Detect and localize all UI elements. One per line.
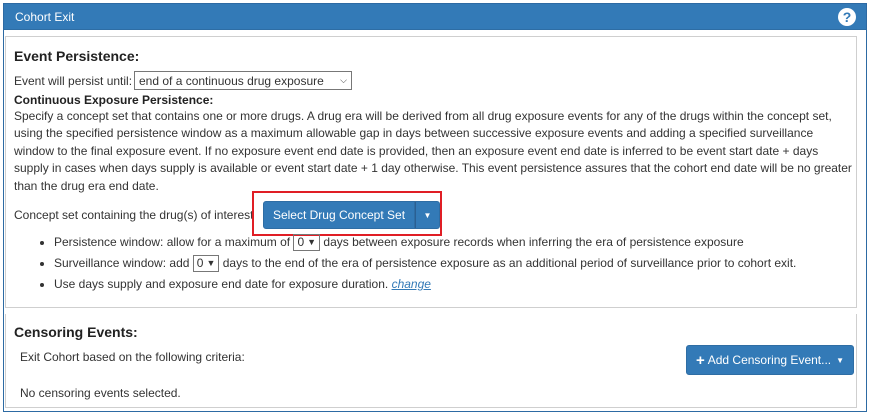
persist-until-select[interactable]: end of a continuous drug exposure ⌵	[134, 71, 352, 90]
chevron-down-icon: ⌵	[340, 75, 347, 85]
persistence-window-select[interactable]: 0 ▼	[293, 234, 321, 252]
no-censoring-events-text: No censoring events selected.	[20, 386, 181, 400]
persist-until-label: Event will persist until:	[14, 74, 133, 88]
panel-title: Cohort Exit	[15, 9, 75, 24]
persistence-options-list: Persistence window: allow for a maximum …	[36, 232, 871, 295]
persist-until-value: end of a continuous drug exposure	[139, 73, 324, 88]
list-item: Persistence window: allow for a maximum …	[54, 232, 871, 253]
add-censoring-event-label: Add Censoring Event...	[707, 353, 832, 367]
persistence-window-pre: Persistence window: allow for a maximum …	[54, 235, 291, 249]
surveillance-window-select[interactable]: 0 ▼	[192, 255, 220, 273]
persistence-window-value: 0	[297, 235, 305, 250]
continuous-exposure-heading: Continuous Exposure Persistence:	[14, 93, 214, 107]
surveillance-window-pre: Surveillance window: add	[54, 256, 190, 270]
surveillance-window-post: days to the end of the era of persistenc…	[222, 256, 797, 270]
chevron-down-icon: ▼	[206, 258, 216, 269]
plus-icon: +	[695, 351, 705, 369]
list-item: Surveillance window: add 0▼ days to the …	[54, 253, 871, 274]
censoring-events-heading: Censoring Events:	[14, 324, 138, 340]
persistence-description: Specify a concept set that contains one …	[14, 109, 852, 193]
change-link[interactable]: change	[392, 277, 431, 291]
concept-set-label: Concept set containing the drug(s) of in…	[14, 208, 254, 222]
panel-header: Cohort Exit ?	[4, 4, 866, 30]
highlight-box	[252, 191, 442, 236]
event-persistence-heading: Event Persistence:	[14, 48, 140, 64]
surveillance-window-value: 0	[196, 256, 204, 271]
question-circle-icon[interactable]: ?	[838, 7, 856, 26]
persistence-window-post: days between exposure records when infer…	[323, 235, 744, 249]
chevron-down-icon: ▼	[307, 237, 317, 248]
censoring-criteria-label: Exit Cohort based on the following crite…	[20, 350, 245, 364]
days-supply-text: Use days supply and exposure end date fo…	[54, 277, 389, 291]
add-censoring-event-button[interactable]: + Add Censoring Event... ▼	[686, 345, 854, 375]
list-item: Use days supply and exposure end date fo…	[54, 274, 871, 295]
caret-down-icon: ▼	[836, 355, 845, 365]
